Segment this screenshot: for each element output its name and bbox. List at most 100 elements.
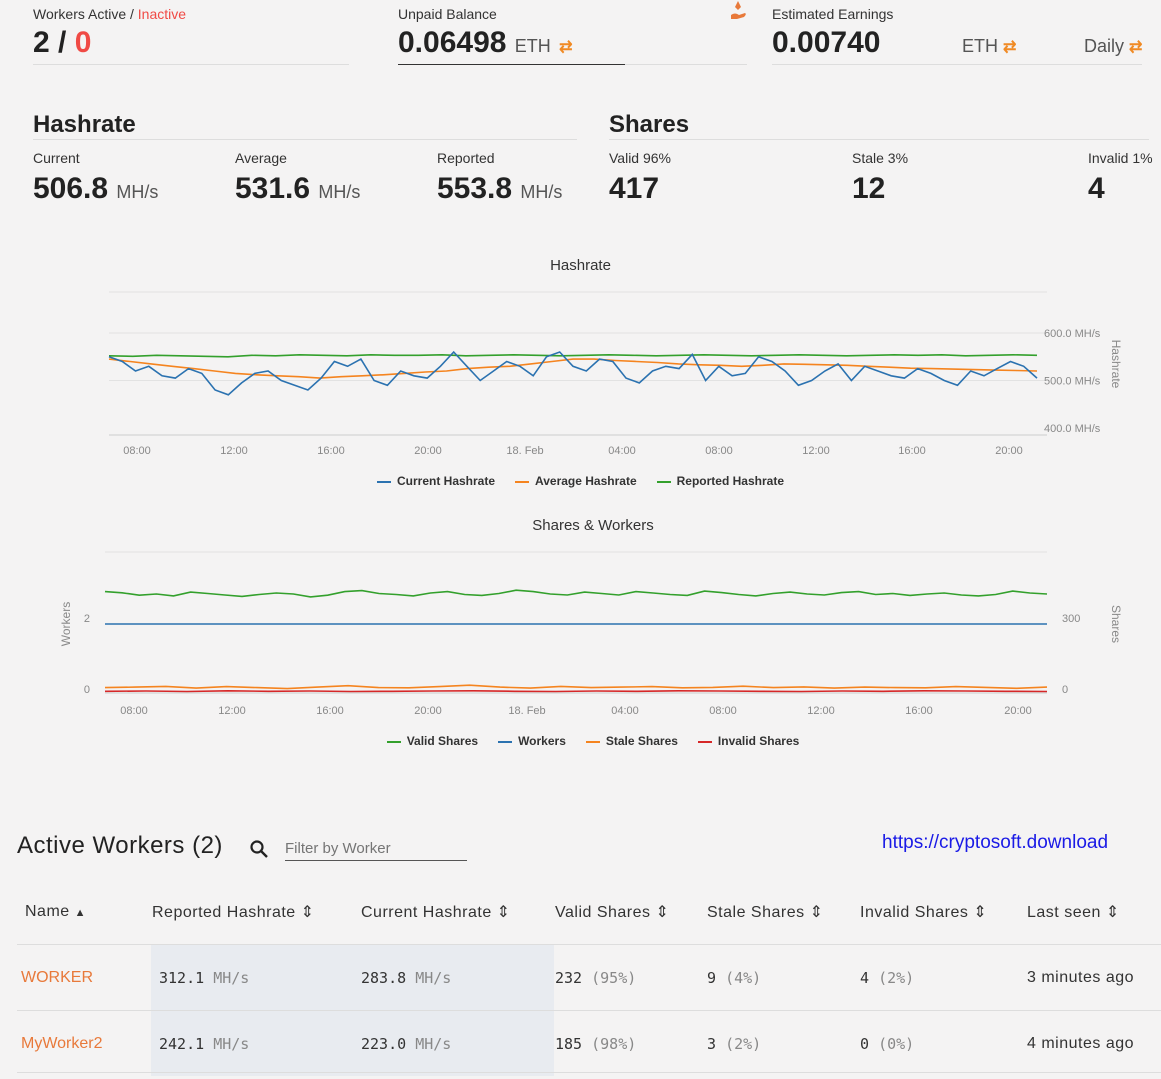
legend-label: Invalid Shares [717, 734, 800, 748]
average-hashrate-line [108, 358, 1038, 379]
legend-current-hashrate[interactable]: Current Hashrate [376, 474, 495, 488]
last-seen-cell: 3 minutes ago [1026, 944, 1161, 1011]
x-tick-label: 12:00 [807, 705, 835, 717]
cell-value: 232 [555, 968, 583, 987]
legend-label: Stale Shares [605, 734, 678, 748]
legend-reported-hashrate[interactable]: Reported Hashrate [656, 474, 784, 488]
y-axis-title-left: Workers [59, 602, 73, 646]
col-reported-hashrate[interactable]: Reported Hashrate ⇕ [151, 880, 360, 945]
y-axis-title: Hashrate [1109, 340, 1123, 389]
shares-valid-value: 417 [609, 172, 660, 205]
sort-icon[interactable]: ⇕ [301, 904, 315, 921]
x-tick-label: 16:00 [316, 705, 344, 717]
legend-stale-shares[interactable]: Stale Shares [585, 734, 678, 748]
estimated-unit: ETH [962, 36, 998, 56]
workers-count-sep: / [49, 26, 75, 59]
shares-chart-title: Shares & Workers [532, 517, 654, 534]
col-current-hashrate[interactable]: Current Hashrate ⇕ [360, 880, 554, 945]
swap-icon[interactable]: ⇄ [1003, 39, 1016, 56]
reported-hashrate-cell: 242.1 MH/s [151, 1010, 360, 1076]
worker-name-cell[interactable]: MyWorker2 [17, 1010, 151, 1076]
workers-inactive-text: Inactive [137, 6, 187, 22]
payout-hand-icon[interactable] [730, 0, 748, 22]
shares-stale-value: 12 [852, 172, 886, 205]
legend-invalid-shares[interactable]: Invalid Shares [697, 734, 800, 748]
hashrate-average-value: 531.6 [235, 172, 311, 205]
col-name[interactable]: Name ▲ [17, 880, 151, 945]
sort-icon[interactable]: ⇕ [1106, 904, 1120, 921]
estimated-earnings-label: Estimated Earnings [772, 6, 894, 22]
hashrate-title: Hashrate [33, 111, 136, 138]
col-label: Stale Shares [707, 904, 805, 921]
hashrate-unit: MH/s [318, 182, 361, 202]
cell-value: 0 [860, 1034, 870, 1053]
y-tick-label: 600.0 MH/s [1044, 328, 1101, 340]
sort-icon[interactable]: ⇕ [497, 904, 511, 921]
shares-legend[interactable]: Valid Shares Workers Stale Shares Invali… [0, 734, 1161, 748]
col-label: Invalid Shares [860, 904, 969, 921]
sort-icon[interactable]: ⇕ [973, 904, 987, 921]
estimated-period-toggle[interactable]: Daily ⇄ [1084, 36, 1142, 57]
stale-shares-line [104, 684, 1048, 690]
cell-pct: (2%) [878, 968, 915, 987]
shares-workers-chart[interactable]: 2 0 300 0 Workers Shares 08:00 12:00 16:00 20:00 1… [0, 540, 1161, 725]
table-header-row: Name ▲ Reported Hashrate ⇕ Current Hashr… [17, 880, 1161, 945]
estimated-unit-toggle[interactable]: ETH ⇄ [962, 36, 1016, 57]
y-tick-label-left: 0 [84, 684, 90, 696]
cell-pct: (95%) [591, 968, 637, 987]
col-last-seen[interactable]: Last seen ⇕ [1026, 880, 1161, 945]
col-stale-shares[interactable]: Stale Shares ⇕ [706, 880, 859, 945]
sort-icon[interactable]: ⇕ [810, 904, 824, 921]
y-tick-label-right: 0 [1062, 684, 1068, 696]
divider [772, 64, 1142, 65]
reported-hashrate-line [108, 353, 1038, 358]
x-tick-label: 08:00 [705, 445, 733, 457]
cryptosoft-link[interactable]: https://cryptosoft.download [882, 832, 1108, 854]
active-workers-title-text: Active Workers [17, 832, 185, 859]
hashrate-current-label: Current [33, 150, 80, 166]
current-hashrate-cell: 283.8 MH/s [360, 944, 554, 1011]
unpaid-underline [398, 64, 625, 65]
legend-swatch-blue [498, 740, 513, 743]
legend-label: Workers [518, 734, 566, 748]
divider [33, 139, 577, 140]
hashrate-average-label: Average [235, 150, 287, 166]
swap-icon[interactable]: ⇄ [559, 39, 572, 56]
shares-invalid-label: Invalid 1% [1088, 150, 1153, 166]
hashrate-legend[interactable]: Current Hashrate Average Hashrate Report… [0, 474, 1161, 488]
workers-count: 2 / 0 [33, 26, 91, 60]
y-tick-label-left: 2 [84, 613, 90, 625]
cell-unit: MH/s [415, 1034, 452, 1053]
sort-icon[interactable]: ⇕ [655, 904, 669, 921]
x-tick-label: 20:00 [414, 445, 442, 457]
x-tick-label: 16:00 [898, 445, 926, 457]
hashrate-chart[interactable]: 600.0 MH/s 500.0 MH/s 400.0 MH/s 08:00 12:00… [0, 280, 1161, 465]
legend-label: Average Hashrate [535, 474, 637, 488]
x-tick-label: 08:00 [123, 445, 151, 457]
hashrate-reported-value: 553.8 [437, 172, 513, 205]
worker-name-link[interactable]: WORKER [21, 969, 93, 986]
swap-icon[interactable]: ⇄ [1129, 39, 1142, 56]
filter-worker-input[interactable] [285, 836, 467, 861]
hashrate-unit: MH/s [116, 182, 159, 202]
x-tick-label: 08:00 [120, 705, 148, 717]
sort-asc-icon[interactable]: ▲ [75, 907, 86, 919]
legend-average-hashrate[interactable]: Average Hashrate [515, 474, 637, 488]
search-icon[interactable] [249, 839, 269, 859]
workers-inactive-count: 0 [74, 26, 92, 59]
legend-workers[interactable]: Workers [498, 734, 566, 748]
y-tick-label: 500.0 MH/s [1044, 376, 1101, 388]
worker-name-link[interactable]: MyWorker2 [21, 1035, 103, 1052]
x-tick-label: 16:00 [905, 705, 933, 717]
col-invalid-shares[interactable]: Invalid Shares ⇕ [859, 880, 1026, 945]
cell-value: 9 [707, 968, 717, 987]
workers-label-sep: / [126, 6, 138, 22]
col-valid-shares[interactable]: Valid Shares ⇕ [554, 880, 706, 945]
cell-value: 185 [555, 1034, 583, 1053]
table-row[interactable]: MyWorker2 242.1 MH/s 223.0 MH/s 185 (98%… [17, 1010, 1161, 1076]
worker-name-cell[interactable]: WORKER [17, 944, 151, 1011]
legend-valid-shares[interactable]: Valid Shares [386, 734, 478, 748]
cell-value: 242.1 [159, 1034, 205, 1053]
table-row[interactable]: WORKER 312.1 MH/s 283.8 MH/s 232 (95%) 9… [17, 944, 1161, 1011]
table-bottom-border [17, 1072, 1161, 1073]
